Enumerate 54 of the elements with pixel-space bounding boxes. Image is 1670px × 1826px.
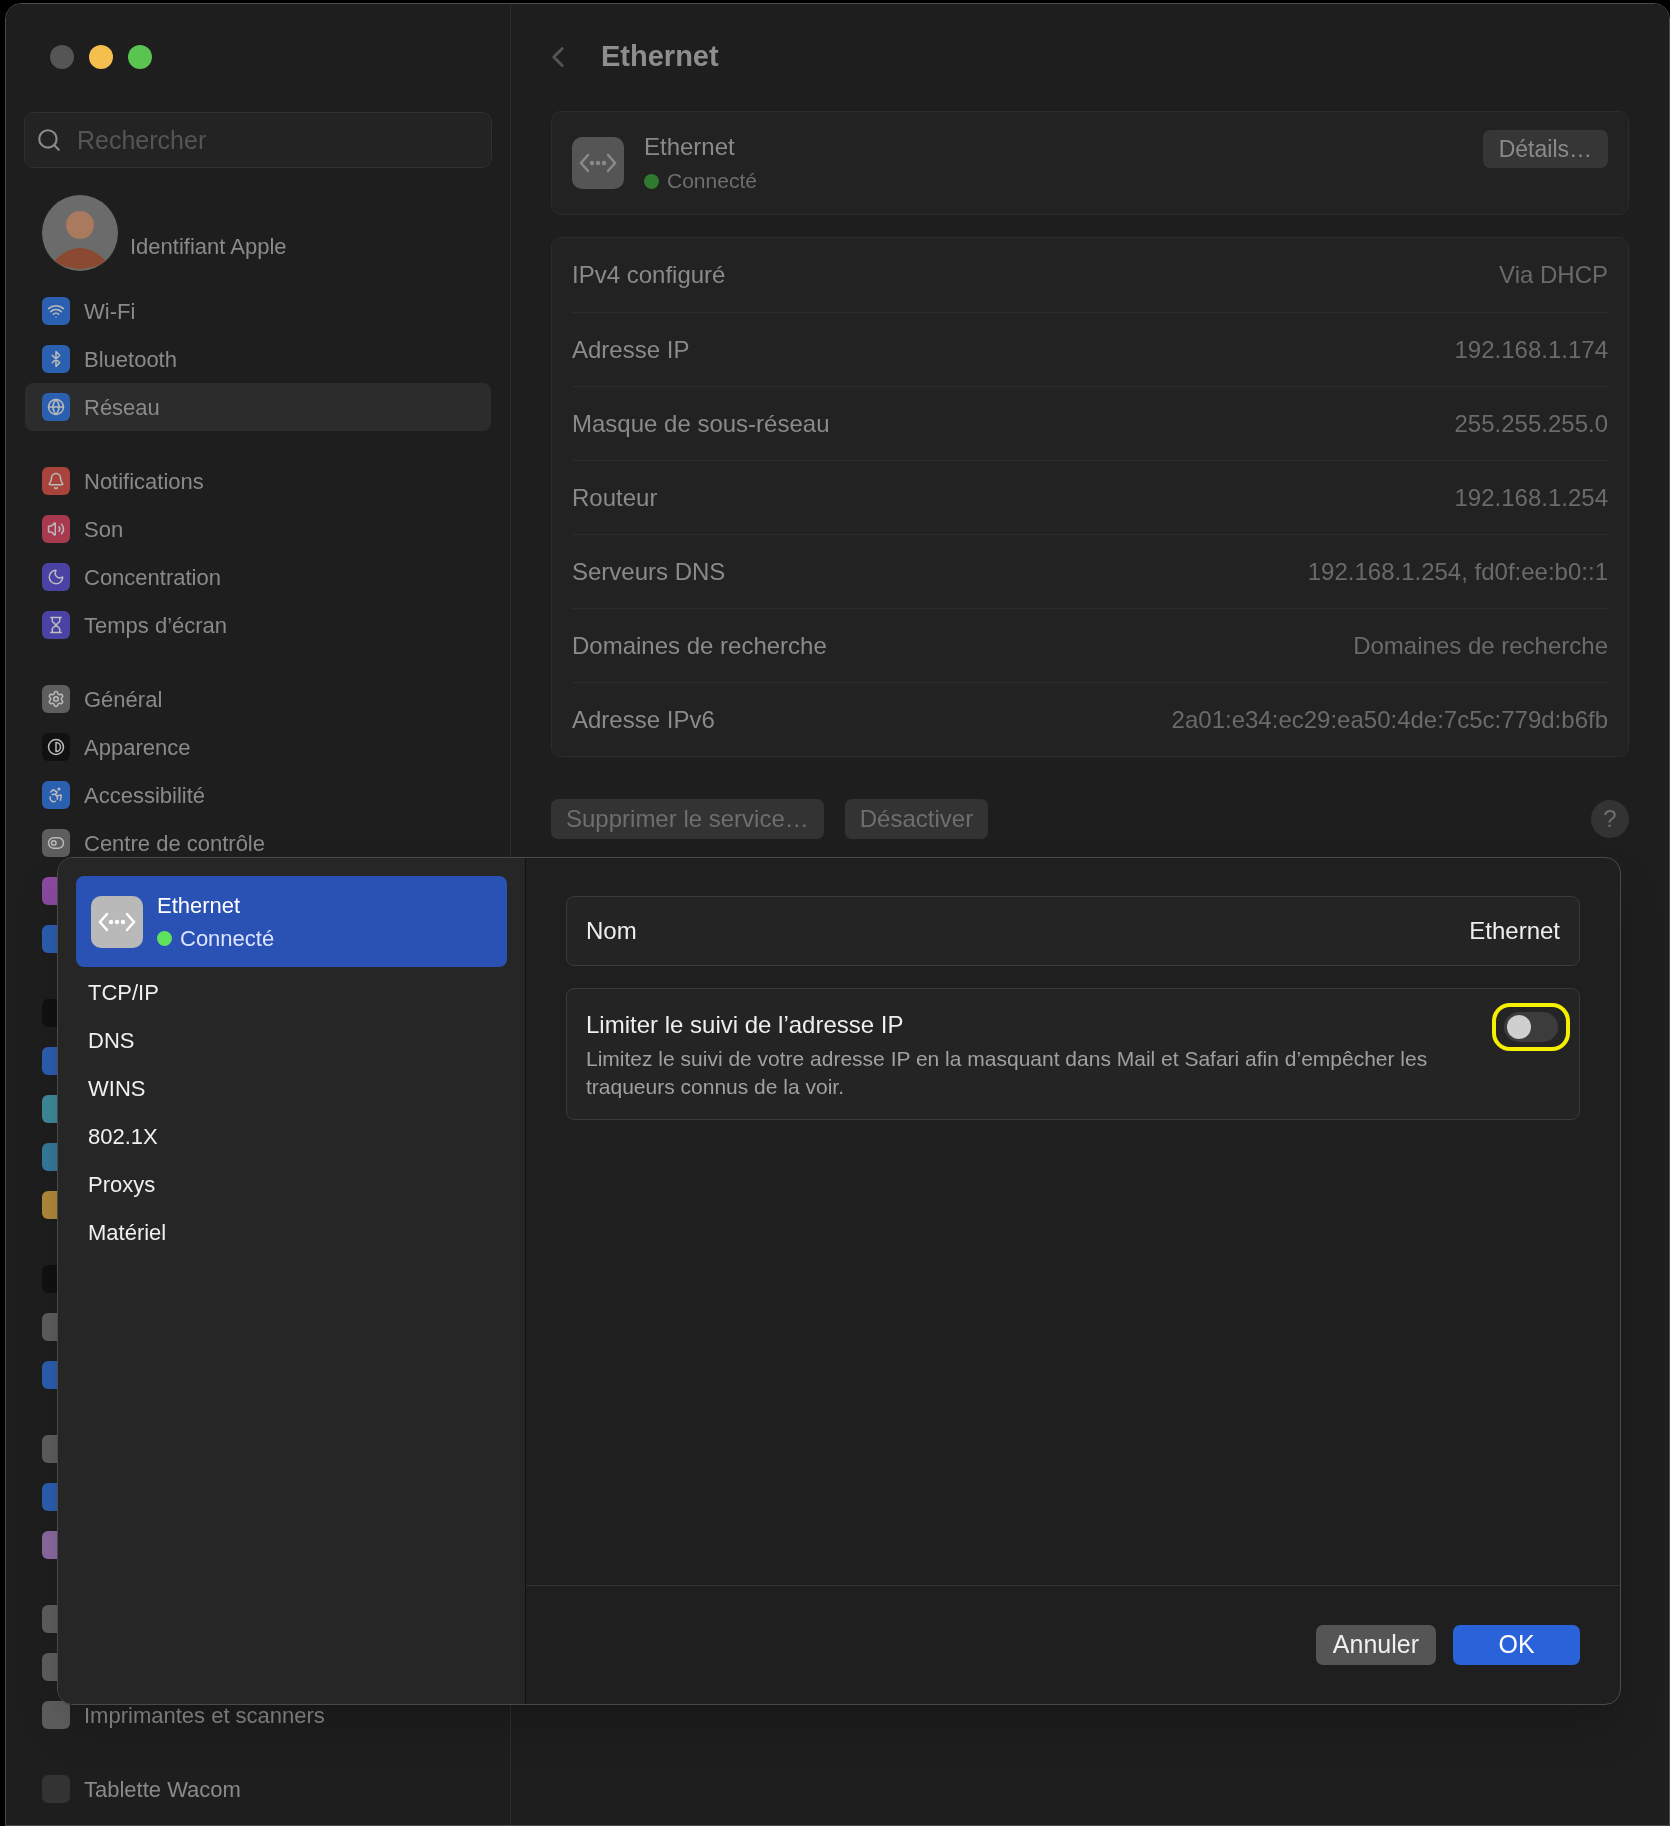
info-value: Domaines de recherche [1353, 630, 1608, 661]
status-text: Connecté [667, 168, 757, 195]
info-label: Masque de sous-réseau [572, 408, 830, 439]
page-title: Ethernet [601, 39, 719, 75]
setting-title: Limiter le suivi de l’adresse IP [586, 1010, 905, 1040]
account-subtitle: Identifiant Apple [130, 232, 287, 261]
info-label: Adresse IP [572, 334, 690, 365]
service-name: Ethernet [644, 132, 736, 163]
zoom-button[interactable] [128, 45, 152, 69]
ok-button[interactable]: OK [1453, 1625, 1580, 1665]
info-label: Domaines de recherche [572, 630, 827, 661]
sheet-tab[interactable]: Proxys [76, 1160, 507, 1208]
sheet-tab[interactable]: Matériel [76, 1208, 507, 1256]
sheet-tab[interactable]: WINS [76, 1064, 507, 1112]
toggle-switch[interactable] [1504, 1012, 1558, 1042]
service-item[interactable]: Ethernet Connecté [76, 876, 507, 967]
info-value: 192.168.1.174 [1454, 334, 1608, 365]
info-value: 192.168.1.254, fd0f:ee:b0::1 [1307, 556, 1608, 587]
details-button[interactable]: Détails… [1482, 130, 1608, 168]
service-name: Ethernet [157, 891, 242, 920]
info-label: Serveurs DNS [572, 556, 726, 587]
info-label: IPv4 configuré [572, 260, 726, 290]
sidebar-item[interactable]: Notifications [25, 457, 491, 505]
sidebar-item[interactable]: Wi-Fi [25, 287, 491, 335]
info-value: 2a01:e34:ec29:ea50:4de:7c5c:779d:b6fb [1171, 704, 1608, 735]
search-icon [36, 127, 62, 153]
sidebar-item[interactable]: Accessibilité [25, 771, 491, 819]
sidebar-item[interactable]: Bluetooth [25, 335, 491, 383]
status-text: Connecté [180, 924, 275, 953]
sidebar-item[interactable]: Réseau [25, 383, 491, 431]
setting-description: Limitez le suivi de votre adresse IP en la masquant dans Mail et Safari afin d’empêcher les traqueurs connus de la voir. [586, 1046, 1429, 1100]
sheet-tab[interactable]: TCP/IP [76, 968, 507, 1016]
help-button[interactable]: ? [1591, 800, 1629, 838]
action-button[interactable]: Désactiver [844, 799, 989, 839]
sheet-tab[interactable]: DNS [76, 1016, 507, 1064]
info-value: Via DHCP [1499, 260, 1608, 290]
sidebar-item[interactable]: Tablette Wacom [25, 1765, 491, 1813]
ethernet-icon [91, 895, 143, 948]
name-label: Nom [586, 916, 637, 946]
sidebar-item[interactable]: Général [25, 675, 491, 723]
info-label: Routeur [572, 482, 658, 513]
sidebar-item[interactable]: Son [25, 505, 491, 553]
sidebar-item[interactable]: Apparence [25, 723, 491, 771]
minimize-button[interactable] [89, 45, 113, 69]
cancel-button[interactable]: Annuler [1315, 1625, 1436, 1665]
sheet-tab[interactable]: 802.1X [76, 1112, 507, 1160]
info-value: 192.168.1.254 [1454, 482, 1608, 513]
name-value[interactable]: Ethernet [1469, 913, 1560, 949]
info-label: Adresse IPv6 [572, 704, 715, 735]
sidebar-item[interactable]: Temps d’écran [25, 601, 491, 649]
sidebar-item[interactable]: Concentration [25, 553, 491, 601]
info-value: 255.255.255.0 [1454, 408, 1608, 439]
action-button[interactable]: Supprimer le service… [551, 799, 824, 839]
ethernet-icon [572, 137, 624, 189]
